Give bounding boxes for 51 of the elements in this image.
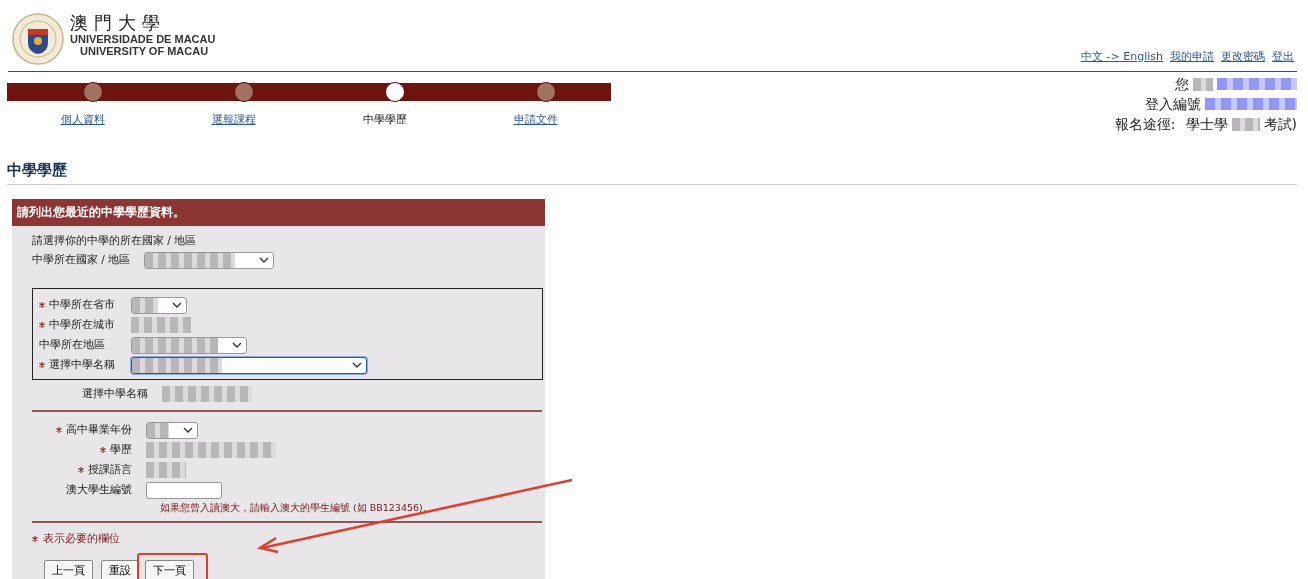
greeting-text: 您 xyxy=(1175,75,1189,94)
university-name: 澳門大學 xyxy=(70,13,167,33)
field-label: 選擇中學名稱 xyxy=(49,358,115,372)
field-label: 中學所在省市 xyxy=(49,298,115,312)
intro-text: 請選擇你的中學的所在國家 / 地區 xyxy=(32,234,198,248)
step-link[interactable]: 申請文件 xyxy=(513,113,558,126)
field-label: 選擇中學名稱 xyxy=(82,387,148,401)
field-label: 中學所在地區 xyxy=(39,338,105,352)
caret-icon xyxy=(183,427,193,433)
field-label: 授課語言 xyxy=(88,463,132,477)
select-field[interactable] xyxy=(146,421,198,439)
login-id-label: 登入編號 xyxy=(1145,95,1201,114)
caret-icon xyxy=(232,342,242,348)
field-label: 中學所在城市 xyxy=(49,318,115,332)
route-label: 報名途徑: xyxy=(1114,115,1176,134)
input-field[interactable] xyxy=(146,481,222,499)
step-label: 中學學歷 xyxy=(362,113,407,126)
header-link[interactable]: 我的申請 xyxy=(1170,49,1214,64)
form-header: 請列出您最近的中學學歷資料。 xyxy=(12,199,545,226)
blurred-value xyxy=(146,462,186,478)
university-name: UNIVERSIDADE DE MACAU xyxy=(70,33,216,45)
page-title: 中學學歷 xyxy=(7,161,1297,185)
route-value: 學士學 xyxy=(1185,115,1228,134)
caret-icon xyxy=(352,362,362,368)
field-label: 高中畢業年份 xyxy=(66,423,132,437)
select-field[interactable] xyxy=(131,356,367,374)
form-button[interactable]: 重設 xyxy=(101,560,139,579)
header-link[interactable]: 中文 -> English xyxy=(1081,49,1163,64)
required-note: 表示必要的欄位 xyxy=(43,531,120,546)
hint-text: 如果您曾入讀澳大，請輸入澳大的學生編號 (如 BB123456)。 xyxy=(160,502,434,515)
blurred-value xyxy=(1231,117,1260,131)
select-field[interactable] xyxy=(144,251,274,269)
field-label: 中學所在國家 / 地區 xyxy=(32,253,131,267)
asterisk-icon xyxy=(32,535,38,542)
field-label: 學歷 xyxy=(110,443,132,457)
caret-icon xyxy=(172,302,182,308)
field-label: 澳大學生編號 xyxy=(66,483,132,497)
step-link[interactable]: 個人資料 xyxy=(60,113,105,126)
university-name: UNIVERSITY OF MACAU xyxy=(79,45,210,57)
route-value: 考試) xyxy=(1263,115,1297,134)
university-seal-icon xyxy=(12,13,64,65)
caret-icon xyxy=(259,257,269,263)
select-field[interactable] xyxy=(131,296,187,314)
select-field[interactable] xyxy=(131,336,247,354)
form-button[interactable]: 下一頁 xyxy=(145,560,194,579)
blurred-value xyxy=(131,317,191,333)
form-button[interactable]: 上一頁 xyxy=(44,560,93,579)
header-link[interactable]: 登出 xyxy=(1272,49,1294,64)
step-link[interactable]: 選報課程 xyxy=(211,113,256,126)
header-link[interactable]: 更改密碼 xyxy=(1221,49,1265,64)
blurred-value xyxy=(1193,77,1213,91)
